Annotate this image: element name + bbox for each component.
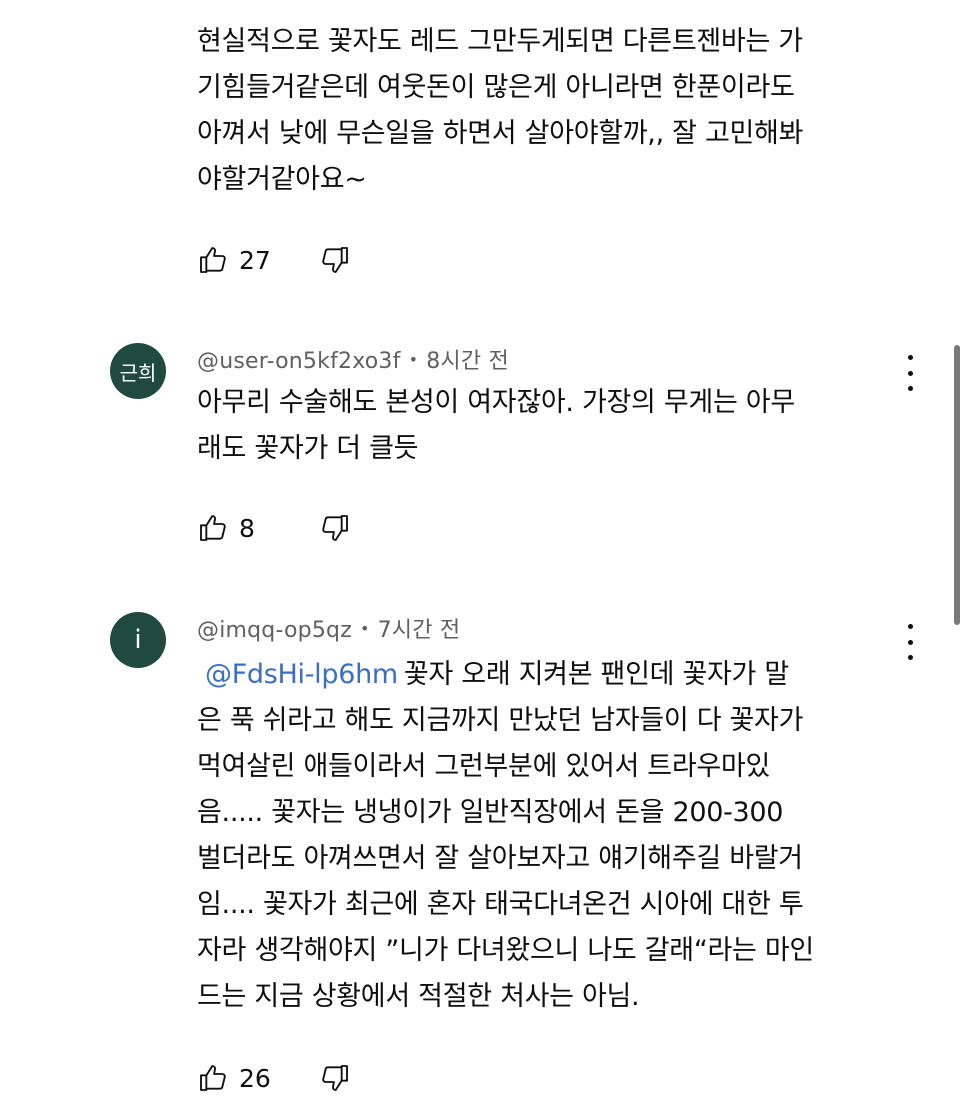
more-vertical-icon[interactable]: [896, 355, 924, 391]
avatar[interactable]: 근희: [110, 343, 166, 399]
dislike-button[interactable]: [319, 512, 351, 544]
more-dot: [907, 624, 913, 629]
comment-meta: @user-on5kf2xo3f • 8시간 전: [197, 343, 509, 375]
separator-dot: •: [359, 619, 370, 638]
comment-actions: 27: [197, 240, 351, 280]
comment-line: 야할거같아요~: [197, 164, 367, 195]
comment-line: 자라 생각해야지 ”니가 다녀왔으니 나도 갈래“라는 마인: [197, 935, 814, 966]
thumbs-up-icon: [200, 247, 226, 273]
comment-line-text: 꽃자 오래 지켜본 팬인데 꽃자가 말: [403, 659, 789, 690]
comment-text: @FdsHi-lp6hm 꽃자 오래 지켜본 팬인데 꽃자가 말 은 푹 쉬라고 …: [197, 652, 897, 1020]
avatar[interactable]: i: [110, 612, 166, 668]
comment-text: 아무리 수술해도 본성이 여자잖아. 가장의 무게는 아무 래도 꽃자가 더 클…: [197, 380, 897, 472]
comment-line: 음..... 꽃자는 냉냉이가 일반직장에서 돈을 200-300: [197, 797, 784, 828]
comment-time: 8시간 전: [426, 349, 509, 374]
like-count: 8: [239, 513, 255, 543]
like-count: 26: [239, 1063, 271, 1093]
author-handle[interactable]: @imqq-op5qz: [197, 618, 352, 643]
separator-dot: •: [408, 350, 419, 369]
dislike-button[interactable]: [319, 244, 351, 276]
comment-line: 아껴서 낮에 무슨일을 하면서 살아야할까,, 잘 고민해봐: [197, 118, 804, 149]
like-count: 27: [239, 245, 271, 275]
thumbs-down-icon: [322, 515, 348, 541]
thumbs-up-icon: [200, 515, 226, 541]
comment-actions: 26: [197, 1058, 351, 1098]
comment-time: 7시간 전: [377, 618, 461, 643]
thumbs-down-icon: [322, 247, 348, 273]
author-handle[interactable]: @user-on5kf2xo3f: [197, 349, 401, 374]
more-dot: [907, 355, 913, 360]
comment-line: 래도 꽃자가 더 클듯: [197, 433, 419, 464]
comment-line: 임.... 꽃자가 최근에 혼자 태국다녀온건 시아에 대한 투: [197, 889, 804, 920]
comment-line: @FdsHi-lp6hm 꽃자 오래 지켜본 팬인데 꽃자가 말: [197, 652, 897, 698]
thumbs-up-icon: [200, 1065, 226, 1091]
more-vertical-icon[interactable]: [896, 624, 924, 660]
like-button[interactable]: 26: [197, 1062, 309, 1094]
scrollbar[interactable]: [954, 345, 960, 625]
like-button[interactable]: 27: [197, 244, 309, 276]
comment-meta: @imqq-op5qz • 7시간 전: [197, 612, 460, 644]
comment-actions: 8: [197, 508, 351, 548]
comment-line: 현실적으로 꽃자도 레드 그만두게되면 다른트젠바는 가: [197, 26, 803, 57]
comment-line: 기힘들거같은데 여웃돈이 많은게 아니라면 한푼이라도: [197, 72, 795, 103]
more-dot: [907, 370, 913, 376]
thumbs-down-icon: [322, 1065, 348, 1091]
dislike-button[interactable]: [319, 1062, 351, 1094]
like-button[interactable]: 8: [197, 512, 309, 544]
comment-line: 은 푹 쉬라고 해도 지금까지 만났던 남자들이 다 꽃자가: [197, 705, 804, 736]
comment-line: 아무리 수술해도 본성이 여자잖아. 가장의 무게는 아무: [197, 387, 795, 418]
more-dot: [907, 386, 913, 391]
comment-line: 드는 지금 상황에서 적절한 처사는 아님.: [197, 981, 640, 1012]
mention-link[interactable]: @FdsHi-lp6hm: [205, 659, 398, 690]
comment-line: 먹여살린 애들이라서 그런부분에 있어서 트라우마있: [197, 751, 771, 782]
comment-text: 현실적으로 꽃자도 레드 그만두게되면 다른트젠바는 가 기힘들거같은데 여웃돈…: [197, 19, 897, 203]
comment-line: 벌더라도 아껴쓰면서 잘 살아보자고 얘기해주길 바랄거: [197, 843, 803, 874]
more-dot: [907, 655, 913, 660]
more-dot: [907, 639, 913, 645]
